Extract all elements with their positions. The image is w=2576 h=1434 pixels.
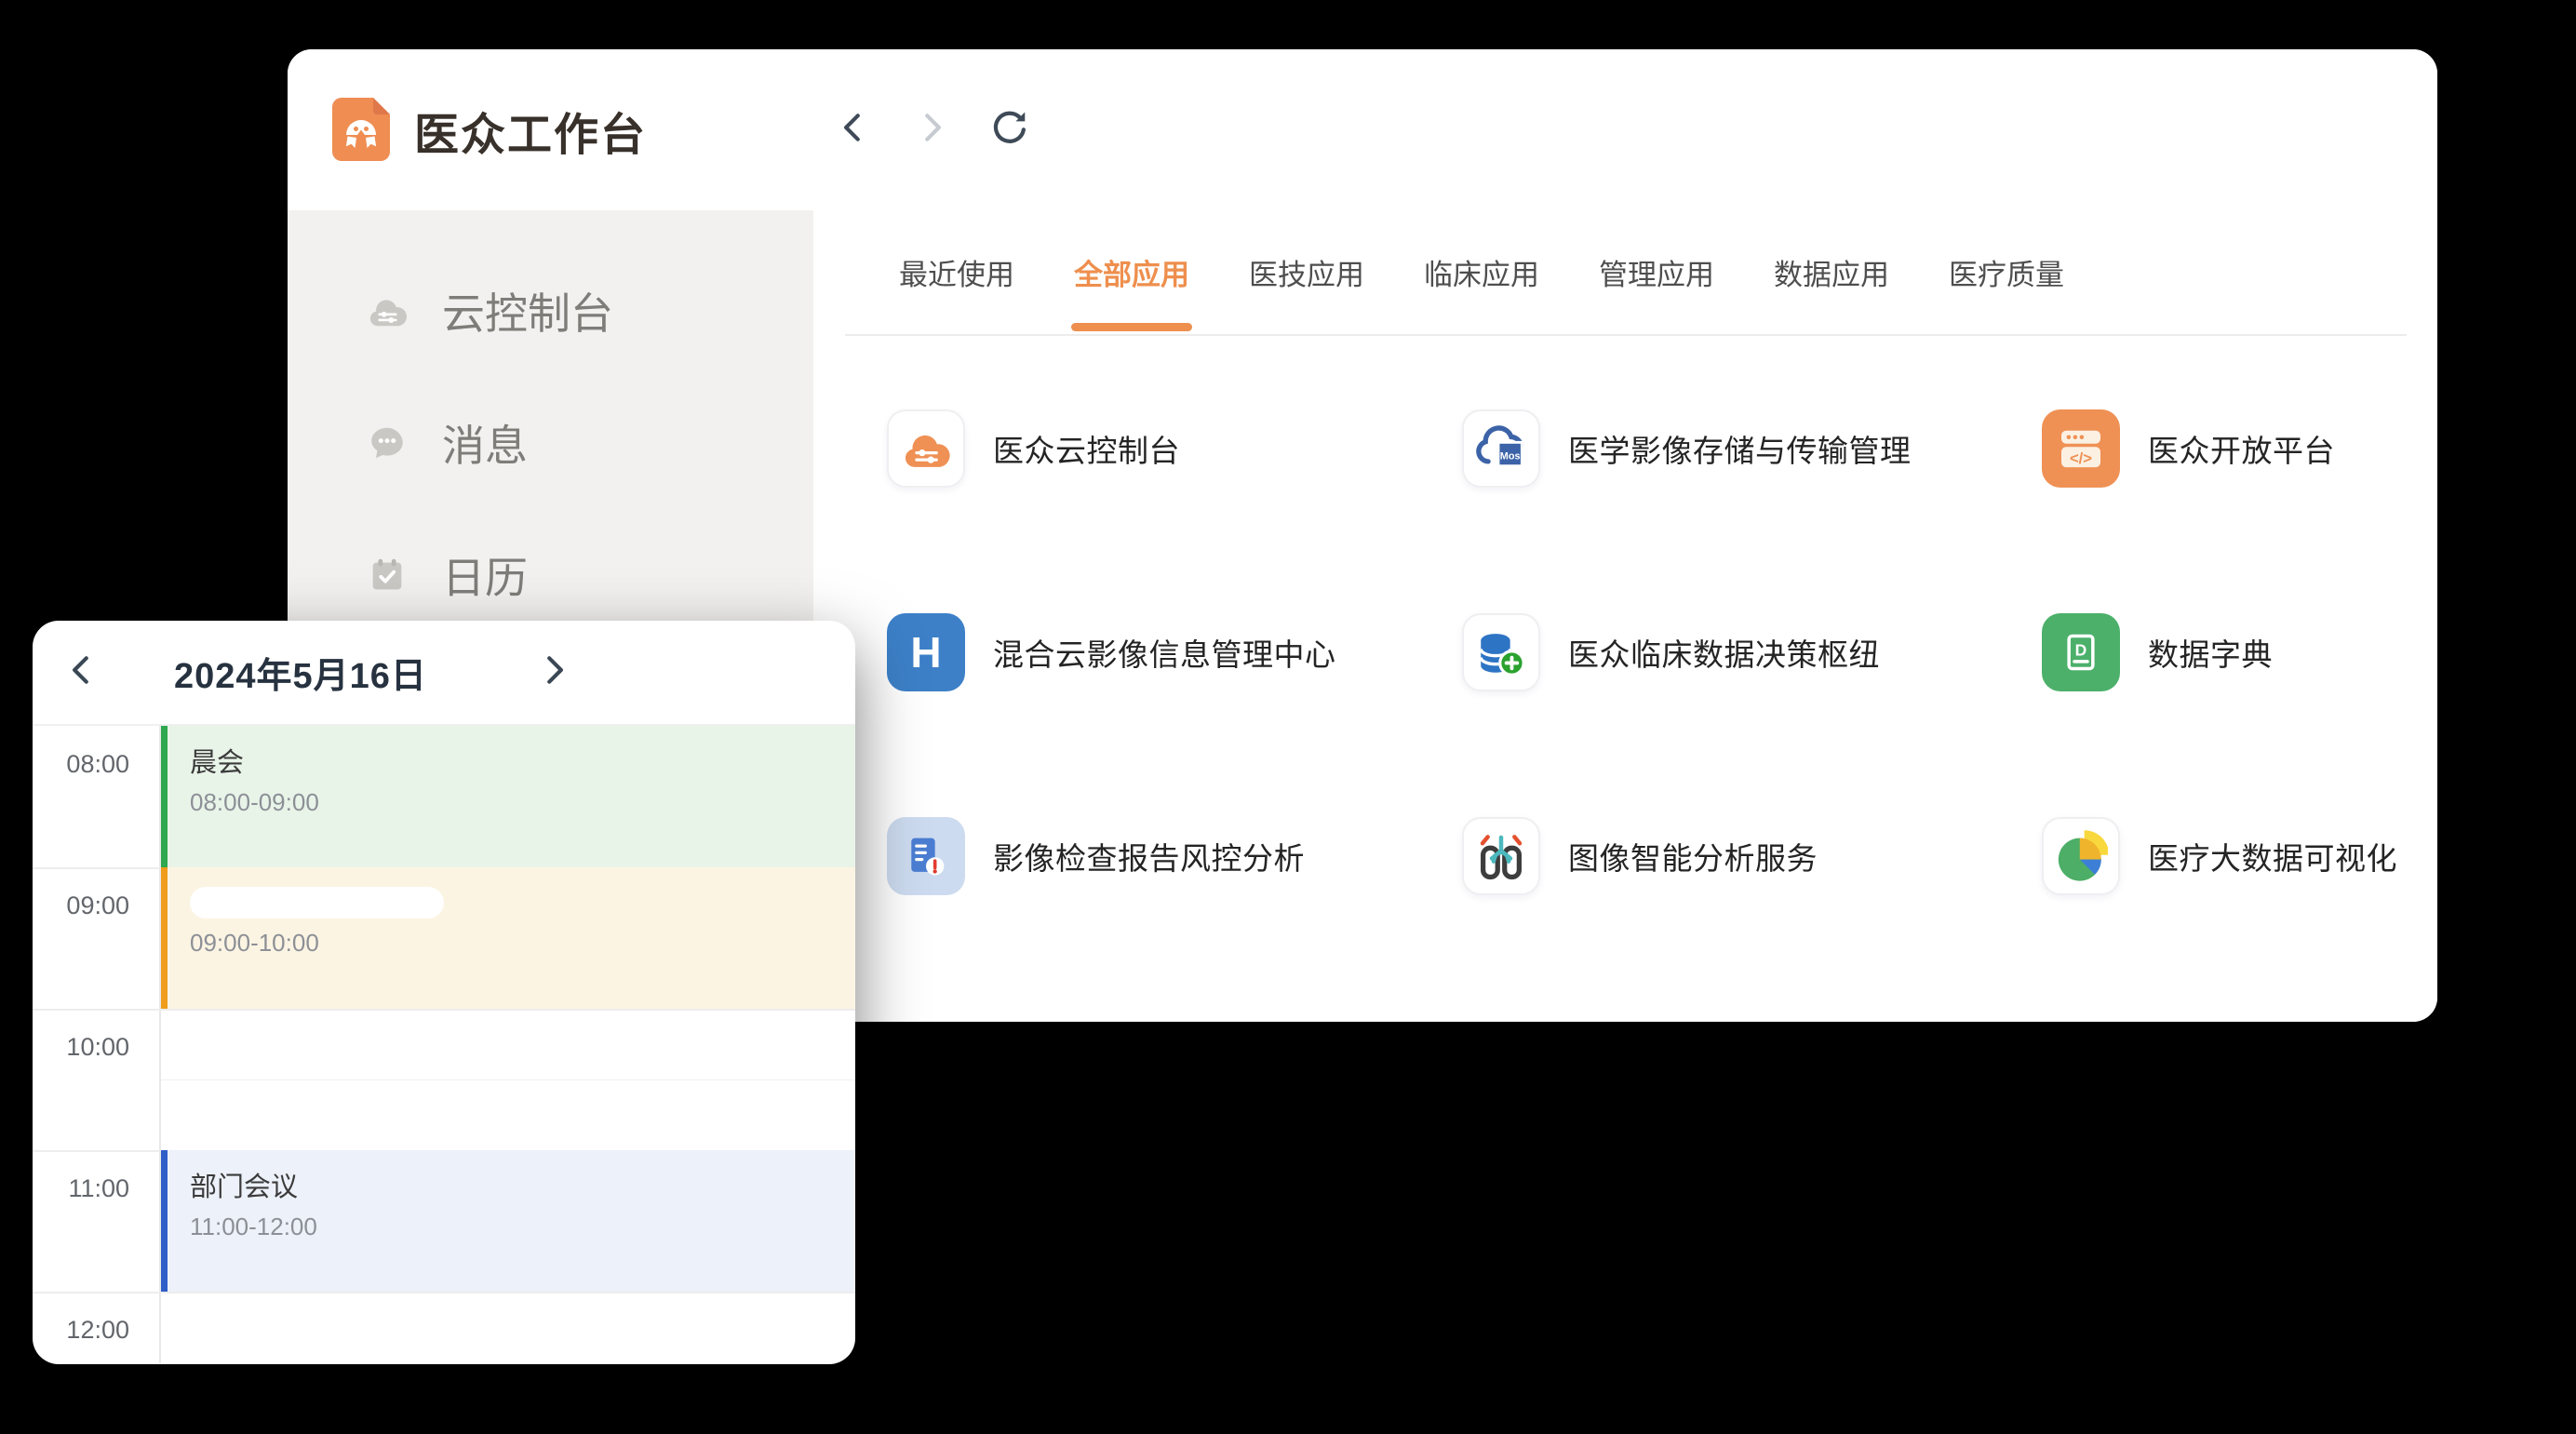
lungs-icon (1462, 817, 1540, 895)
hour-line (33, 1292, 855, 1293)
sidebar-item-label: 日历 (442, 544, 528, 606)
window-nav (833, 49, 1030, 210)
pie-chart-icon (2042, 817, 2120, 895)
app-cell-4[interactable]: 医众临床数据决策枢纽 (1462, 613, 2042, 691)
app-cell-2[interactable]: </> 医众开放平台 (2042, 409, 2437, 488)
hour-line (33, 1009, 855, 1011)
chevron-left-icon (836, 110, 871, 150)
back-button[interactable] (833, 110, 874, 151)
tab-5[interactable]: 数据应用 (1774, 210, 1889, 334)
calendar-next-button[interactable] (530, 621, 577, 724)
app-label: 医学影像存储与传输管理 (1568, 426, 1912, 471)
sidebar-item-0[interactable]: 云控制台 (288, 281, 813, 341)
app-grid: 医众云控制台 Mos 医学影像存储与传输管理 </> 医众开放平台 H 混合云影像信息管理中… (887, 409, 2437, 895)
tab-4[interactable]: 管理应用 (1599, 210, 1714, 334)
refresh-button[interactable] (989, 110, 1030, 151)
window-header: 医众工作台 (288, 49, 2437, 210)
app-label: 图像智能分析服务 (1568, 834, 1818, 878)
forward-button[interactable] (911, 110, 952, 151)
half-hour-line (161, 1079, 855, 1080)
calendar-event-2[interactable]: 部门会议 11:00-12:00 (161, 1150, 855, 1292)
event-title: 晨会 (190, 741, 855, 780)
sidebar-item-1[interactable]: 消息 (288, 413, 813, 473)
time-label-11:00: 11:00 (33, 1174, 129, 1203)
refresh-icon (990, 108, 1029, 152)
message-bubble-icon (366, 422, 409, 464)
chevron-left-icon (64, 652, 100, 692)
tab-6[interactable]: 医疗质量 (1949, 210, 2064, 334)
time-label-08:00: 08:00 (33, 750, 129, 779)
mos-cloud-icon: Mos (1462, 409, 1540, 488)
event-title: 部门会议 (190, 1165, 855, 1204)
calendar-check-icon (366, 554, 409, 596)
tab-0[interactable]: 最近使用 (899, 210, 1014, 334)
event-time-range: 08:00-09:00 (190, 788, 855, 817)
svg-text:</>: </> (2070, 449, 2092, 467)
tab-3[interactable]: 临床应用 (1424, 210, 1539, 334)
app-label: 混合云影像信息管理中心 (993, 630, 1336, 675)
calendar-header: 2024年5月16日 (33, 621, 855, 726)
app-cell-6[interactable]: 影像检查报告风控分析 (887, 817, 1462, 895)
code-window-icon: </> (2042, 409, 2120, 488)
time-label-09:00: 09:00 (33, 891, 129, 920)
app-label: 医众云控制台 (993, 426, 1180, 471)
app-label: 医众开放平台 (2148, 426, 2335, 471)
app-label: 医众临床数据决策枢纽 (1568, 630, 1880, 675)
app-cell-3[interactable]: H 混合云影像信息管理中心 (887, 613, 1462, 691)
app-label: 医疗大数据可视化 (2148, 834, 2397, 878)
app-label: 数据字典 (2148, 630, 2273, 675)
calendar-prev-button[interactable] (59, 621, 105, 724)
sidebar-item-label: 云控制台 (442, 280, 613, 342)
event-time-range: 11:00-12:00 (190, 1213, 855, 1241)
sidebar-item-2[interactable]: 日历 (288, 545, 813, 605)
app-cell-1[interactable]: Mos 医学影像存储与传输管理 (1462, 409, 2042, 488)
calendar-event-1[interactable]: 09:00-10:00 (161, 867, 855, 1009)
app-logo-icon (332, 98, 390, 161)
letter-h-glyph: H (910, 627, 941, 677)
calendar-date-label: 2024年5月16日 (174, 621, 427, 724)
app-cell-7[interactable]: 图像智能分析服务 (1462, 817, 2042, 895)
app-cell-0[interactable]: 医众云控制台 (887, 409, 1462, 488)
cloud-console-icon (366, 289, 409, 332)
main-content: 最近使用全部应用医技应用临床应用管理应用数据应用医疗质量 医众云控制台 Mos 医学… (813, 210, 2437, 1022)
time-label-12:00: 12:00 (33, 1316, 129, 1345)
event-time-range: 09:00-10:00 (190, 929, 855, 958)
tab-divider (845, 334, 2407, 336)
calendar-day-grid: 08:00 09:00 10:00 11:00 12:00 晨会 08:00-09:00 09… (33, 726, 855, 1363)
svg-text:Mos: Mos (1500, 450, 1521, 462)
calendar-event-0[interactable]: 晨会 08:00-09:00 (161, 726, 855, 867)
tab-2[interactable]: 医技应用 (1249, 210, 1364, 334)
chevron-right-icon (536, 652, 571, 692)
app-label: 影像检查报告风控分析 (993, 834, 1305, 878)
chevron-right-icon (914, 110, 949, 150)
app-cell-8[interactable]: 医疗大数据可视化 (2042, 817, 2437, 895)
time-label-10:00: 10:00 (33, 1033, 129, 1062)
calendar-panel: 2024年5月16日 08:0009:0010:0011:0012:00晨会08… (33, 621, 855, 1364)
dictionary-icon: D (2042, 613, 2120, 691)
svg-text:D: D (2075, 641, 2087, 660)
redacted-event-title (190, 887, 444, 918)
cloud-sliders-icon (887, 409, 965, 488)
sidebar-item-label: 消息 (442, 412, 528, 474)
app-title: 医众工作台 (414, 49, 647, 210)
desktop-background: 医众工作台 云控制台消息日历 最近使用全部应用医技应用临床应用管理应用数据应用医… (0, 0, 2576, 1434)
letter-h-icon: H (887, 613, 965, 691)
tab-1[interactable]: 全部应用 (1074, 210, 1189, 334)
app-cell-5[interactable]: D 数据字典 (2042, 613, 2437, 691)
database-plus-icon (1462, 613, 1540, 691)
tab-bar: 最近使用全部应用医技应用临床应用管理应用数据应用医疗质量 (813, 210, 2437, 334)
report-alert-icon (887, 817, 965, 895)
